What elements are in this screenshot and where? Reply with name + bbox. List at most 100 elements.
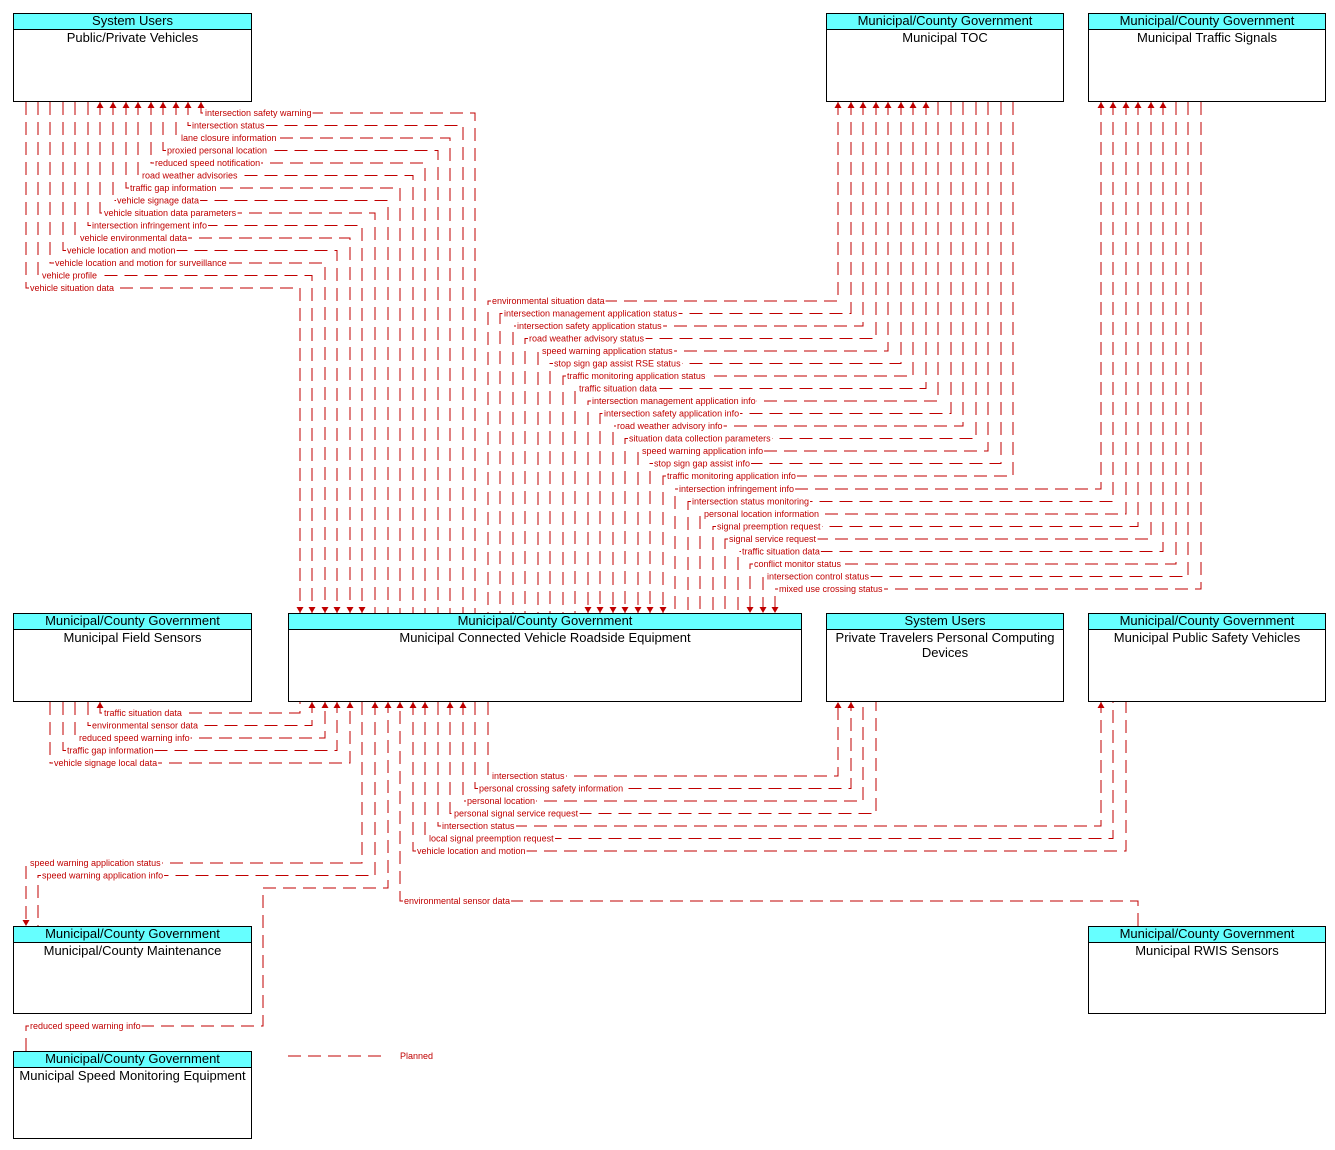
flow-label: traffic monitoring application status xyxy=(567,371,706,381)
flow-line[interactable] xyxy=(537,102,889,613)
flow-label: traffic gap information xyxy=(67,746,153,756)
arrowhead-icon xyxy=(884,102,892,108)
element-municipal-county-maintenance[interactable]: Municipal/County Government Municipal/Co… xyxy=(13,926,252,1014)
flow-line[interactable] xyxy=(762,102,1189,613)
arrowhead-icon xyxy=(847,102,855,108)
element-municipal-field-sensors[interactable]: Municipal/County Government Municipal Fi… xyxy=(13,613,252,702)
flow-label: traffic situation data xyxy=(579,384,657,394)
flow-label: personal location xyxy=(467,796,535,806)
flow-label: local signal preemption request xyxy=(429,834,554,844)
arrowhead-icon xyxy=(909,102,917,108)
arrowhead-icon xyxy=(346,702,354,708)
element-municipal-toc[interactable]: Municipal/County Government Municipal TO… xyxy=(826,13,1064,102)
flow-label: intersection safety application info xyxy=(604,409,739,419)
arrowhead-icon xyxy=(1122,102,1130,108)
stakeholder-label: Municipal/County Government xyxy=(1089,927,1325,943)
flow-label: vehicle location and motion for surveill… xyxy=(55,258,227,268)
flow-label: speed warning application status xyxy=(542,346,673,356)
flow-label: stop sign gap assist RSE status xyxy=(554,359,681,369)
arrowhead-icon xyxy=(333,702,341,708)
arrowhead-icon xyxy=(847,702,855,708)
element-municipal-cv-roadside-equipment[interactable]: Municipal/County Government Municipal Co… xyxy=(288,613,802,702)
arrowhead-icon xyxy=(109,102,117,108)
stakeholder-label: Municipal/County Government xyxy=(14,614,251,630)
arrowhead-icon xyxy=(897,102,905,108)
flow-label: traffic situation data xyxy=(104,708,182,718)
flow-label: vehicle profile xyxy=(42,271,97,281)
arrowhead-icon xyxy=(859,102,867,108)
arrowhead-icon xyxy=(197,102,205,108)
flow-label: personal signal service request xyxy=(454,809,579,819)
stakeholder-label: Municipal/County Government xyxy=(14,1052,251,1068)
flow-line[interactable] xyxy=(437,702,1102,827)
legend: Planned xyxy=(288,1051,433,1061)
flow-label: reduced speed notification xyxy=(155,158,260,168)
flow-line[interactable] xyxy=(25,702,363,926)
element-municipal-speed-monitoring-equipment[interactable]: Municipal/County Government Municipal Sp… xyxy=(13,1051,252,1139)
flow-label: vehicle situation data xyxy=(30,283,114,293)
flow-label: proxied personal location xyxy=(167,146,267,156)
arrowhead-icon xyxy=(96,702,104,708)
flow-label: road weather advisories xyxy=(142,171,238,181)
stakeholder-label: Municipal/County Government xyxy=(1089,614,1325,630)
arrowhead-icon xyxy=(134,102,142,108)
flow-label: reduced speed warning info xyxy=(30,1021,141,1031)
arrowhead-icon xyxy=(1097,702,1105,708)
stakeholder-label: System Users xyxy=(827,614,1063,630)
flow-label: vehicle location and motion xyxy=(417,846,526,856)
flow-line[interactable] xyxy=(549,102,902,613)
element-public-private-vehicles[interactable]: System Users Public/Private Vehicles xyxy=(13,13,252,102)
flow-label: mixed use crossing status xyxy=(779,584,883,594)
element-private-travelers-personal-computing-devices[interactable]: System Users Private Travelers Personal … xyxy=(826,613,1064,702)
arrowhead-icon xyxy=(1134,102,1142,108)
flow-label: intersection management application stat… xyxy=(504,309,678,319)
legend-planned-label: Planned xyxy=(400,1051,433,1061)
flow-label: traffic situation data xyxy=(742,547,820,557)
flow-label: intersection status monitoring xyxy=(692,497,809,507)
stakeholder-label: Municipal/County Government xyxy=(1089,14,1325,30)
arrowhead-icon xyxy=(1147,102,1155,108)
element-name: Public/Private Vehicles xyxy=(66,30,199,45)
arrowhead-icon xyxy=(184,102,192,108)
flow-label: conflict monitor status xyxy=(754,559,842,569)
element-name: Municipal Connected Vehicle Roadside Equ… xyxy=(399,630,691,645)
flow-label: signal preemption request xyxy=(717,522,821,532)
flow-label: road weather advisory info xyxy=(617,421,723,431)
arrowhead-icon xyxy=(1097,102,1105,108)
flow-line[interactable] xyxy=(487,702,839,777)
arrowhead-icon xyxy=(147,102,155,108)
flow-label: traffic monitoring application info xyxy=(667,471,796,481)
flow-label: vehicle location and motion xyxy=(67,246,176,256)
stakeholder-label: Municipal/County Government xyxy=(289,614,801,630)
flow-line[interactable] xyxy=(662,102,1014,613)
flow-label: environmental situation data xyxy=(492,296,605,306)
flow-label: intersection status xyxy=(492,771,565,781)
arrowhead-icon xyxy=(459,702,467,708)
arrowhead-icon xyxy=(122,102,130,108)
flow-label: situation data collection parameters xyxy=(629,434,771,444)
arrowhead-icon xyxy=(172,102,180,108)
arrowhead-icon xyxy=(321,702,329,708)
arrowhead-icon xyxy=(872,102,880,108)
arrowhead-icon xyxy=(421,702,429,708)
arrowhead-icon xyxy=(834,702,842,708)
flow-line[interactable] xyxy=(200,102,476,613)
flow-label: vehicle signage data xyxy=(117,196,199,206)
arrowhead-icon xyxy=(308,702,316,708)
flow-label: road weather advisory status xyxy=(529,334,645,344)
flow-line[interactable] xyxy=(649,102,1002,613)
element-municipal-rwis-sensors[interactable]: Municipal/County Government Municipal RW… xyxy=(1088,926,1326,1014)
arrowhead-icon xyxy=(834,102,842,108)
arrowhead-icon xyxy=(922,102,930,108)
flow-label: signal service request xyxy=(729,534,817,544)
arrowhead-icon xyxy=(409,702,417,708)
flow-label: lane closure information xyxy=(181,133,277,143)
flow-label: intersection control status xyxy=(767,572,870,582)
flow-label: personal crossing safety information xyxy=(479,784,623,794)
element-municipal-public-safety-vehicles[interactable]: Municipal/County Government Municipal Pu… xyxy=(1088,613,1326,702)
flows-layer: intersection safety warning intersection … xyxy=(22,102,1202,1051)
flow-line[interactable] xyxy=(774,102,1202,613)
flow-label: intersection infringement info xyxy=(679,484,794,494)
element-name: Municipal TOC xyxy=(902,30,988,45)
element-municipal-traffic-signals[interactable]: Municipal/County Government Municipal Tr… xyxy=(1088,13,1326,102)
